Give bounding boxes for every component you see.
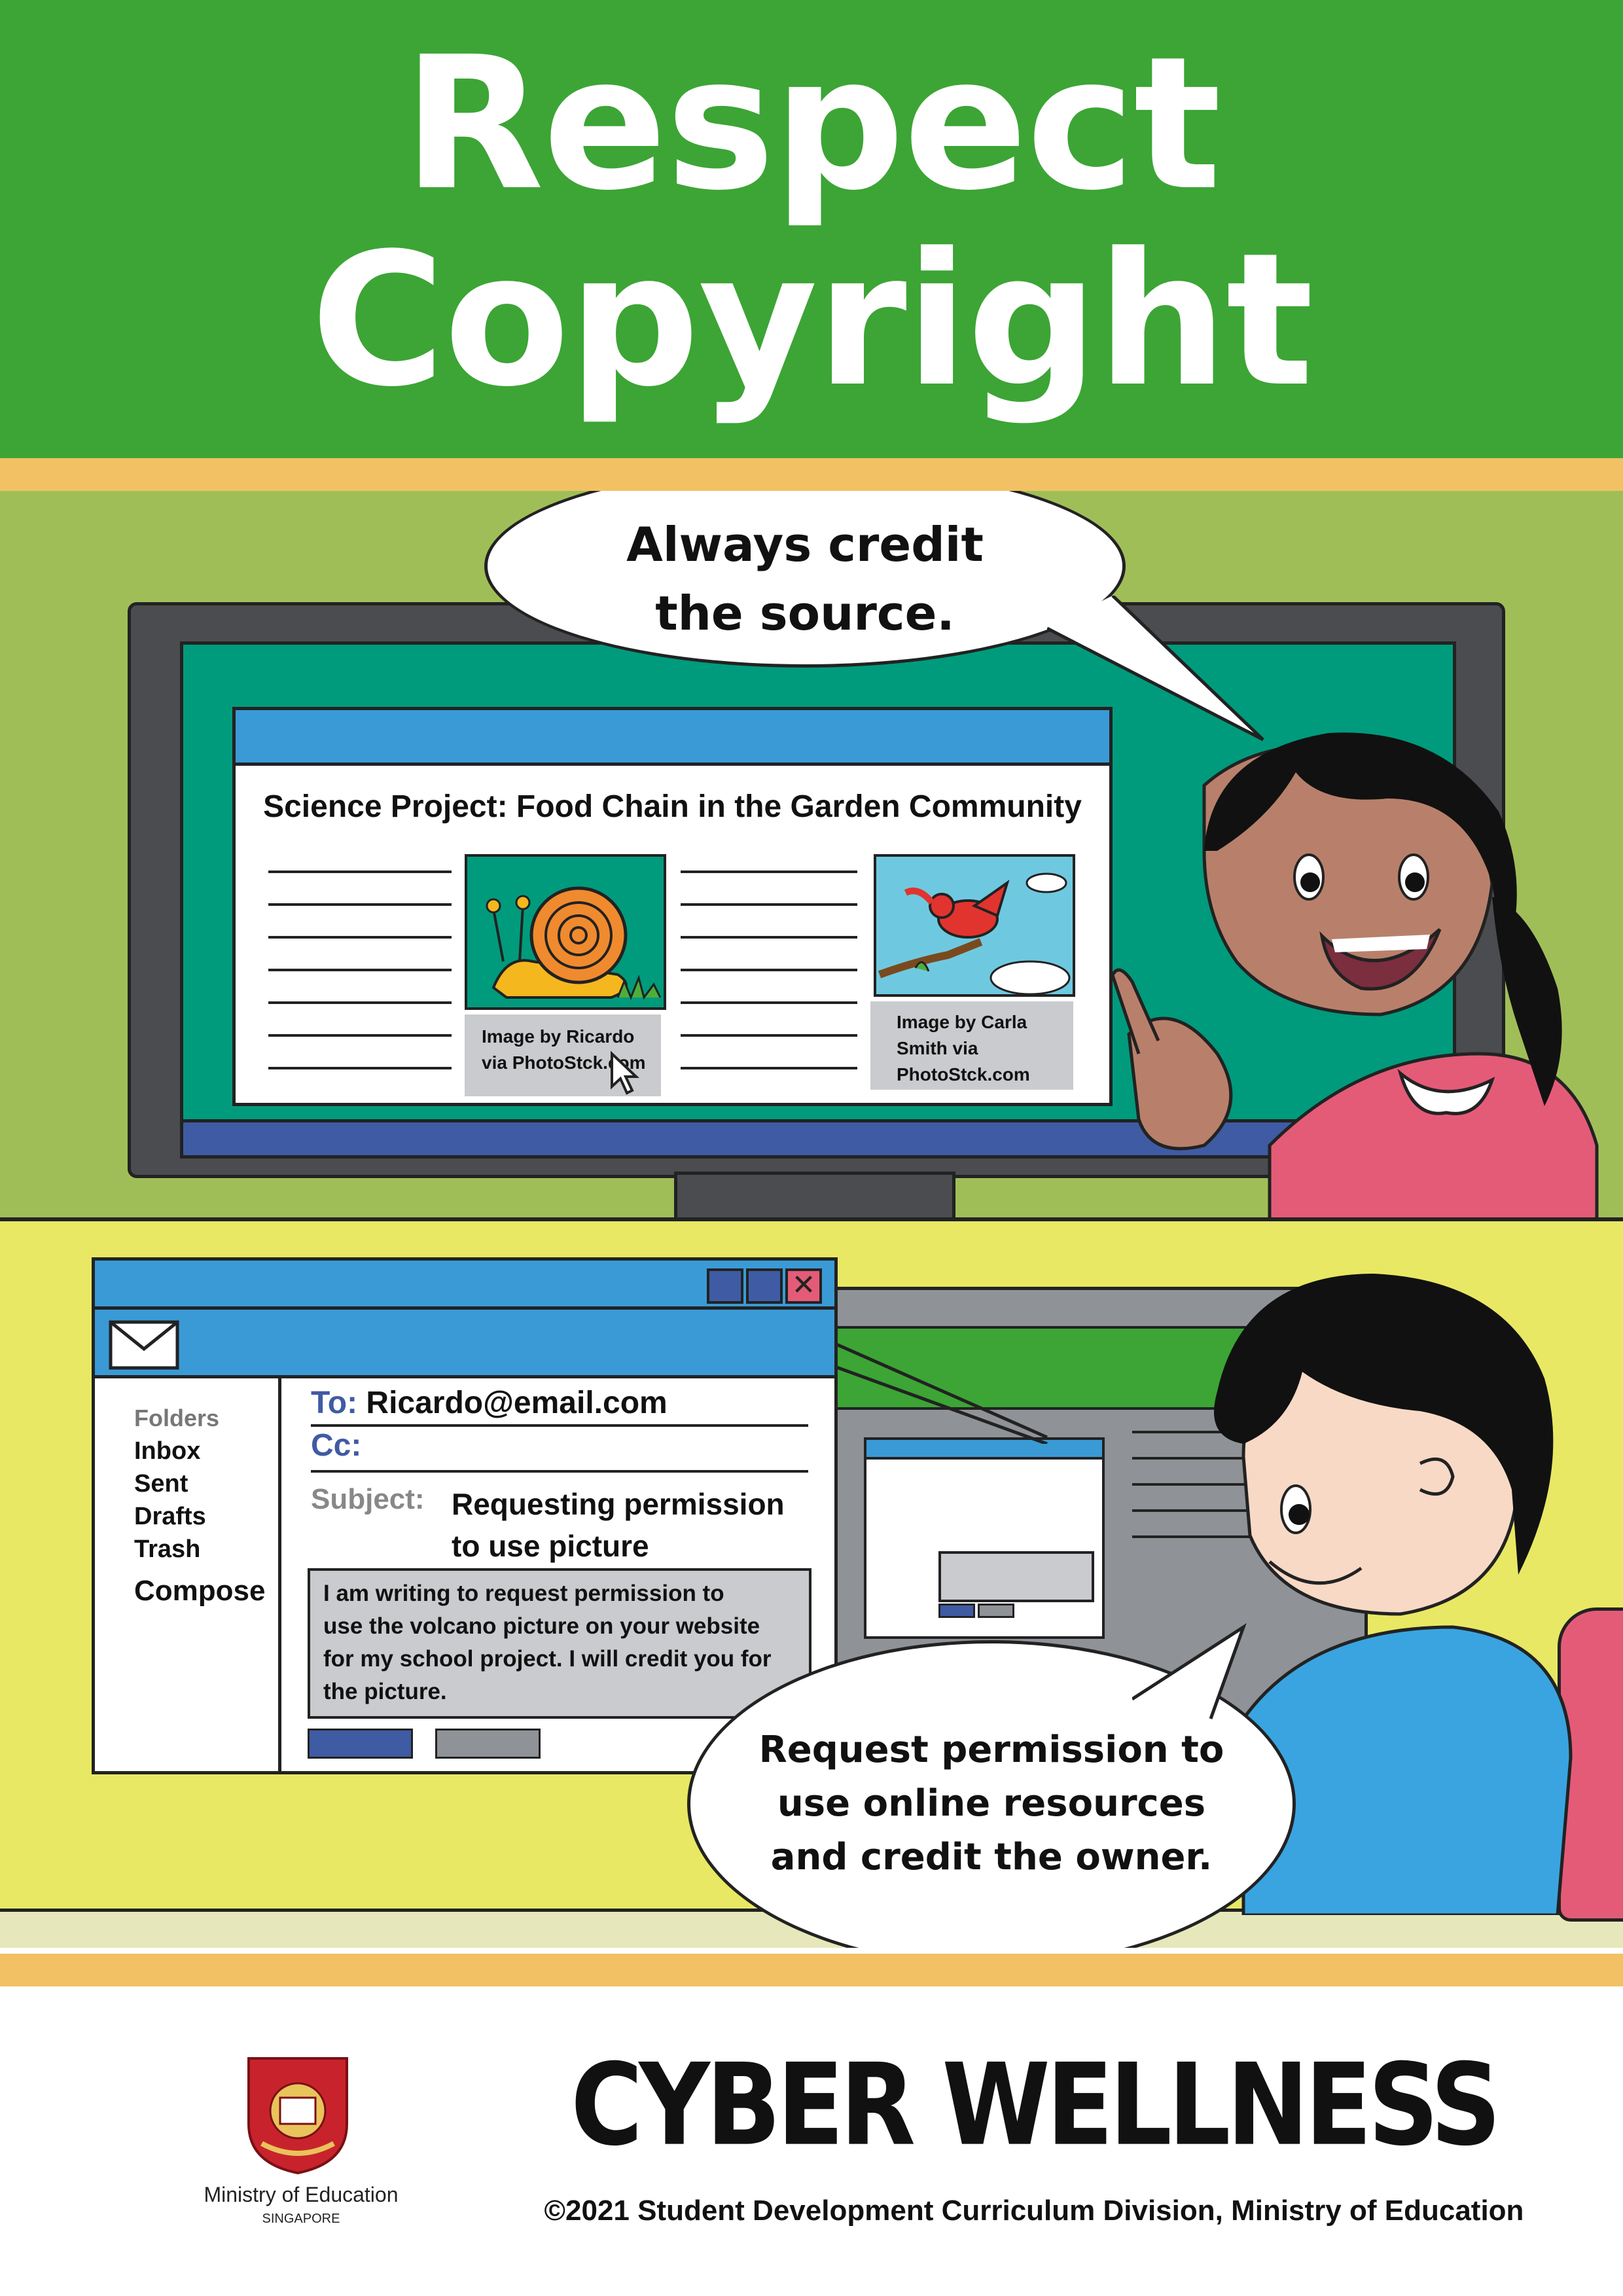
monitor-stand xyxy=(674,1172,955,1217)
moe-logo-text: Ministry of Education xyxy=(204,2183,399,2206)
to-label: To: xyxy=(311,1386,358,1420)
cancel-button[interactable] xyxy=(435,1729,541,1759)
email-titlebar: ✕ xyxy=(95,1261,834,1310)
title-line-2: Copyright xyxy=(310,214,1313,427)
mini-window xyxy=(864,1437,1105,1639)
title-line-1: Respect xyxy=(402,18,1221,231)
comic-panel-2: ✕ Folders Inbox Sent Drafts Trash Compos… xyxy=(0,1217,1623,1948)
cc-label: Cc: xyxy=(311,1428,362,1463)
folder-trash[interactable]: Trash xyxy=(134,1535,200,1564)
to-value: Ricardo@email.com xyxy=(366,1386,668,1420)
copyright-text: ©2021 Student Development Curriculum Div… xyxy=(544,2195,1524,2227)
girl-character xyxy=(1073,687,1623,1217)
snail-image xyxy=(465,854,666,1010)
compose-button[interactable]: Compose xyxy=(134,1575,265,1607)
footer: Ministry of Education SINGAPORE CYBER WE… xyxy=(0,1986,1623,2296)
bird-image xyxy=(874,854,1075,997)
folder-sidebar: Folders Inbox Sent Drafts Trash Compose xyxy=(95,1378,281,1771)
document-title: Science Project: Food Chain in the Garde… xyxy=(263,789,1082,824)
message-body[interactable]: I am writing to request permission to us… xyxy=(308,1568,812,1719)
subject-value[interactable]: Requesting permission to use picture xyxy=(452,1483,785,1567)
maximize-button[interactable] xyxy=(746,1268,783,1304)
email-toolbar xyxy=(95,1310,834,1378)
folder-drafts[interactable]: Drafts xyxy=(134,1503,206,1531)
document-window: Science Project: Food Chain in the Garde… xyxy=(232,707,1113,1106)
comic-panel-1: Science Project: Food Chain in the Garde… xyxy=(0,491,1623,1217)
folders-label: Folders xyxy=(134,1405,220,1431)
speech-tail-1 xyxy=(1047,596,1264,742)
to-field[interactable]: To: Ricardo@email.com xyxy=(311,1385,821,1421)
send-button[interactable] xyxy=(308,1729,413,1759)
divider-stripe xyxy=(0,458,1623,491)
moe-crest-logo xyxy=(242,2052,353,2179)
folder-inbox[interactable]: Inbox xyxy=(134,1437,200,1465)
close-icon[interactable]: ✕ xyxy=(785,1268,822,1304)
window-titlebar xyxy=(236,710,1109,766)
divider-stripe-bottom xyxy=(0,1954,1623,1986)
brand-title: CYBER WELLNESS xyxy=(571,2039,1501,2172)
subject-label: Subject: xyxy=(311,1483,425,1515)
minimize-button[interactable] xyxy=(707,1268,743,1304)
envelope-icon xyxy=(109,1320,179,1370)
image-caption-2: Image by Carla Smith via PhotoStck.com xyxy=(870,1001,1073,1090)
page-title: Respect Copyright xyxy=(0,26,1623,419)
speech-tail-2 xyxy=(1132,1623,1247,1719)
email-window: ✕ Folders Inbox Sent Drafts Trash Compos… xyxy=(92,1257,838,1774)
mouse-cursor-icon xyxy=(609,1050,641,1099)
moe-logo-subtext: SINGAPORE xyxy=(262,2212,340,2226)
folder-sent[interactable]: Sent xyxy=(134,1470,188,1498)
zoom-connector xyxy=(825,1339,1048,1444)
